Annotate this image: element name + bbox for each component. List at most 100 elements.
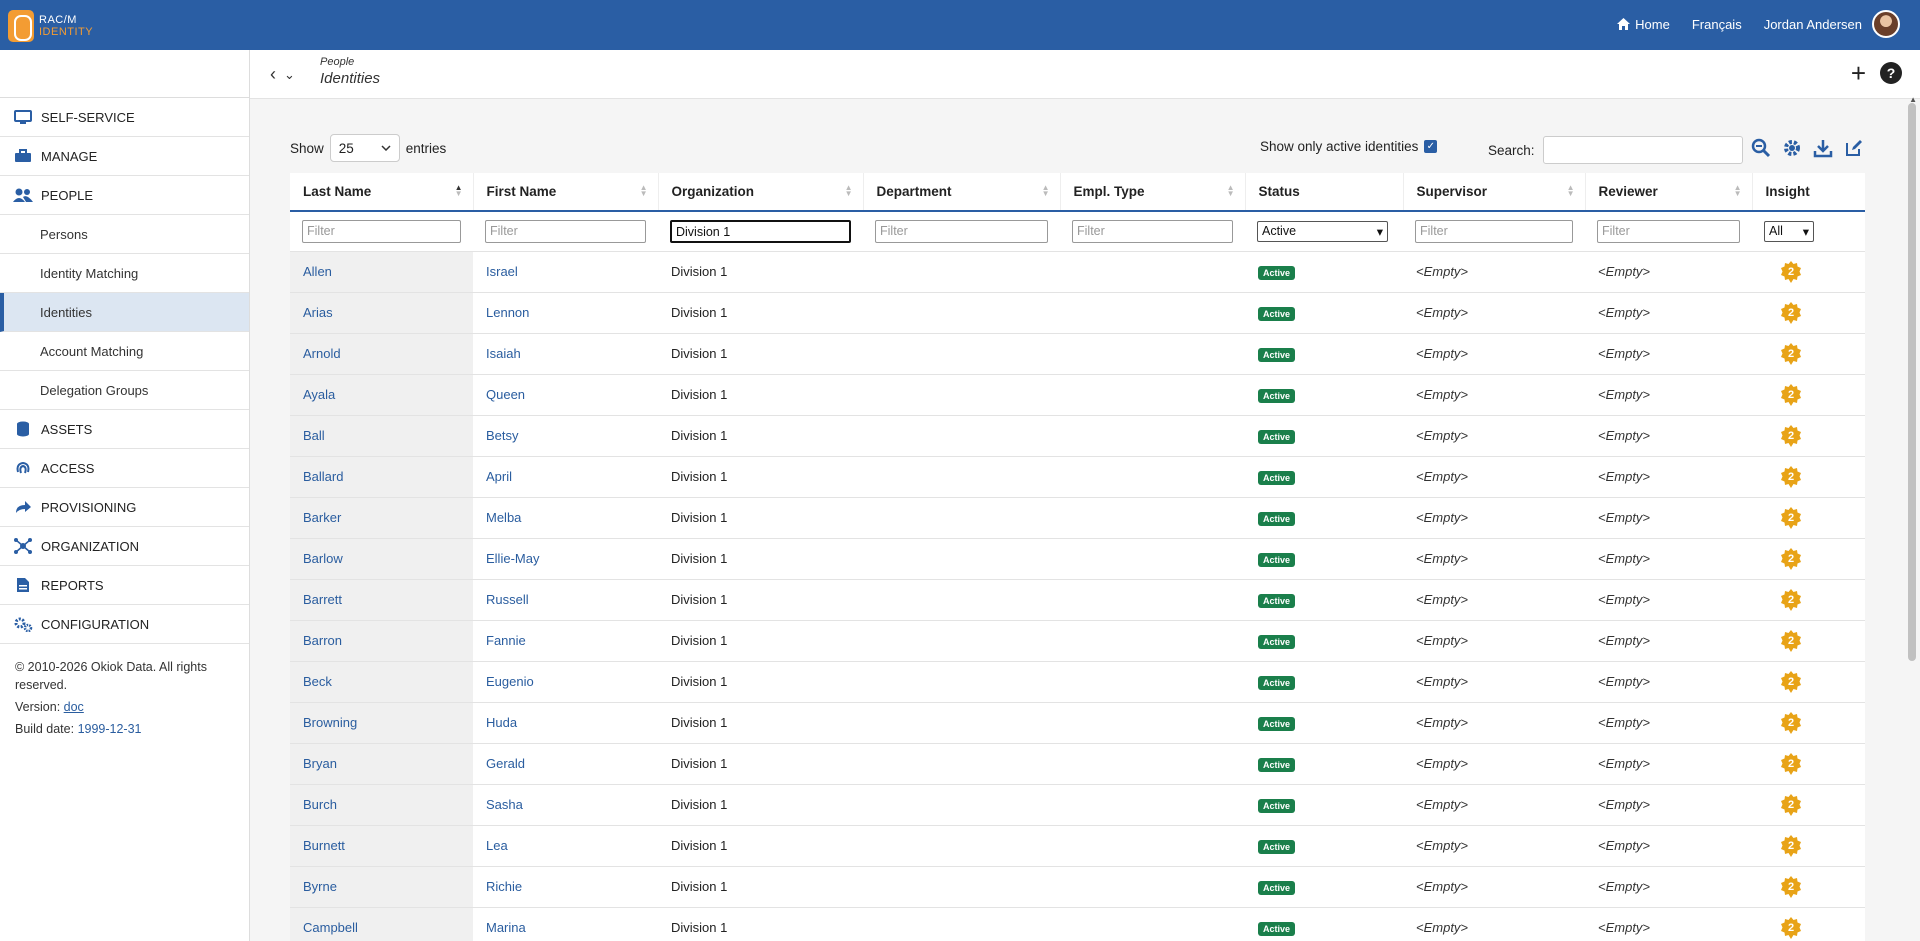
sidebar-item-manage[interactable]: MANAGE xyxy=(0,137,249,176)
column-header-supervisor[interactable]: Supervisor ▲ ▼ xyxy=(1403,173,1586,212)
department-filter-input[interactable]: Filter xyxy=(875,219,1048,243)
last-name-link[interactable]: Barrett xyxy=(303,592,342,607)
first-name-link[interactable]: Huda xyxy=(486,715,517,730)
last-name-link[interactable]: Burch xyxy=(303,797,337,812)
clear-search-icon[interactable] xyxy=(1750,137,1772,159)
first-name-link[interactable]: Queen xyxy=(486,387,525,402)
table-row[interactable]: Ayala Queen Division 1 Active <Empty> <Empty>… xyxy=(290,374,1865,416)
table-row[interactable]: Browning Huda Division 1 Active <Empty> <Empt… xyxy=(290,702,1865,744)
last-name-link[interactable]: Beck xyxy=(303,674,332,689)
insight-badge-icon[interactable]: 2 xyxy=(1780,916,1802,939)
last-name-link[interactable]: Campbell xyxy=(303,920,358,935)
page-scrollbar[interactable] xyxy=(1908,103,1916,661)
table-row[interactable]: Barker Melba Division 1 Active <Empty> <Empty… xyxy=(290,497,1865,539)
insight-badge-icon[interactable]: 2 xyxy=(1780,875,1802,898)
last-name-link[interactable]: Barron xyxy=(303,633,342,648)
first-name-link[interactable]: Eugenio xyxy=(486,674,534,689)
first-name-link[interactable]: Lennon xyxy=(486,305,529,320)
insight-badge-icon[interactable]: 2 xyxy=(1780,793,1802,816)
last-name-link[interactable]: Ball xyxy=(303,428,325,443)
language-link[interactable]: Français xyxy=(1692,17,1742,32)
insight-badge-icon[interactable]: 2 xyxy=(1780,260,1802,283)
sidebar-item-organization[interactable]: ORGANIZATION xyxy=(0,527,249,566)
sidebar-subitem-delegation-groups[interactable]: Delegation Groups xyxy=(0,371,249,410)
gear-icon[interactable] xyxy=(1781,137,1803,159)
last-name-link[interactable]: Ayala xyxy=(303,387,335,402)
first-name-link[interactable]: Russell xyxy=(486,592,529,607)
insight-badge-icon[interactable]: 2 xyxy=(1780,834,1802,857)
last-name-link[interactable]: Arias xyxy=(303,305,333,320)
active-only-checkbox[interactable]: ✓ xyxy=(1424,140,1438,153)
last-name-link[interactable]: Bryan xyxy=(303,756,337,771)
column-header-status[interactable]: Status xyxy=(1245,173,1404,212)
table-row[interactable]: Arnold Isaiah Division 1 Active <Empty> <Empt… xyxy=(290,333,1865,375)
last-name-link[interactable]: Barker xyxy=(303,510,341,525)
first-name-link[interactable]: Israel xyxy=(486,264,518,279)
table-row[interactable]: Burnett Lea Division 1 Active <Empty> <Empty>… xyxy=(290,825,1865,867)
sidebar-item-self-service[interactable]: SELF-SERVICE xyxy=(0,98,249,137)
first-name-link[interactable]: Sasha xyxy=(486,797,523,812)
status-filter-select[interactable]: Active ▾ xyxy=(1257,220,1388,242)
reviewer-filter-input[interactable]: Filter xyxy=(1597,219,1740,243)
user-name[interactable]: Jordan Andersen xyxy=(1764,17,1862,32)
sidebar-item-configuration[interactable]: CONFIGURATION xyxy=(0,605,249,644)
last-name-link[interactable]: Arnold xyxy=(303,346,341,361)
app-logo[interactable]: RAC/M IDENTITY xyxy=(8,10,93,42)
last-name-link[interactable]: Burnett xyxy=(303,838,345,853)
search-input[interactable] xyxy=(1542,136,1743,164)
first-name-link[interactable]: Marina xyxy=(486,920,526,935)
table-row[interactable]: Campbell Marina Division 1 Active <Empty> <Em… xyxy=(290,907,1865,941)
insight-badge-icon[interactable]: 2 xyxy=(1780,301,1802,324)
insight-badge-icon[interactable]: 2 xyxy=(1780,342,1802,365)
sidebar-item-provisioning[interactable]: PROVISIONING xyxy=(0,488,249,527)
entries-select[interactable]: 25 xyxy=(329,134,400,162)
sidebar-subitem-identities[interactable]: Identities xyxy=(0,293,249,332)
sidebar-subitem-identity-matching[interactable]: Identity Matching xyxy=(0,254,249,293)
last-name-link[interactable]: Ballard xyxy=(303,469,343,484)
insight-badge-icon[interactable]: 2 xyxy=(1780,711,1802,734)
avatar[interactable] xyxy=(1872,10,1900,38)
first-name-link[interactable]: Richie xyxy=(486,879,522,894)
build-date-link[interactable]: 1999-12-31 xyxy=(78,722,142,736)
table-row[interactable]: Ballard April Division 1 Active <Empty> <Empt… xyxy=(290,456,1865,498)
column-header-department[interactable]: Department ▲ ▼ xyxy=(863,173,1061,212)
first-name-link[interactable]: Lea xyxy=(486,838,508,853)
table-row[interactable]: Burch Sasha Division 1 Active <Empty> <Empty>… xyxy=(290,784,1865,826)
insight-badge-icon[interactable]: 2 xyxy=(1780,465,1802,488)
last-name-link[interactable]: Browning xyxy=(303,715,357,730)
table-row[interactable]: Byrne Richie Division 1 Active <Empty> <Empty… xyxy=(290,866,1865,908)
table-row[interactable]: Barlow Ellie-May Division 1 Active <Empty> <E… xyxy=(290,538,1865,580)
sidebar-subitem-persons[interactable]: Persons xyxy=(0,215,249,254)
insight-badge-icon[interactable]: 2 xyxy=(1780,588,1802,611)
insight-badge-icon[interactable]: 2 xyxy=(1780,752,1802,775)
first-name-filter-input[interactable]: Filter xyxy=(485,219,646,243)
table-row[interactable]: Barron Fannie Division 1 Active <Empty> <Empt… xyxy=(290,620,1865,662)
chevron-down-icon[interactable]: ⌄ xyxy=(284,67,295,85)
insight-badge-icon[interactable]: 2 xyxy=(1780,629,1802,652)
insight-badge-icon[interactable]: 2 xyxy=(1780,383,1802,406)
last-name-link[interactable]: Byrne xyxy=(303,879,337,894)
first-name-link[interactable]: Ellie-May xyxy=(486,551,539,566)
edit-icon[interactable] xyxy=(1843,137,1865,159)
table-row[interactable]: Ball Betsy Division 1 Active <Empty> <Empty> 2 xyxy=(290,415,1865,457)
table-row[interactable]: Barrett Russell Division 1 Active <Empty> <Em… xyxy=(290,579,1865,621)
sidebar-item-people[interactable]: PEOPLE xyxy=(0,176,249,215)
table-row[interactable]: Arias Lennon Division 1 Active <Empty> <Empty… xyxy=(290,292,1865,334)
last-name-filter-input[interactable]: Filter xyxy=(302,219,461,243)
home-link[interactable]: Home xyxy=(1617,17,1670,32)
column-header-insight[interactable]: Insight xyxy=(1752,173,1865,212)
first-name-link[interactable]: Isaiah xyxy=(486,346,521,361)
table-row[interactable]: Beck Eugenio Division 1 Active <Empty> <Empty… xyxy=(290,661,1865,703)
first-name-link[interactable]: April xyxy=(486,469,512,484)
first-name-link[interactable]: Melba xyxy=(486,510,521,525)
first-name-link[interactable]: Gerald xyxy=(486,756,525,771)
insight-badge-icon[interactable]: 2 xyxy=(1780,506,1802,529)
column-header-reviewer[interactable]: Reviewer ▲ ▼ xyxy=(1585,173,1753,212)
insight-badge-icon[interactable]: 2 xyxy=(1780,547,1802,570)
column-header-last-name[interactable]: Last Name ▲ ▼ xyxy=(290,173,474,212)
version-link[interactable]: doc xyxy=(64,700,84,714)
table-row[interactable]: Bryan Gerald Division 1 Active <Empty> <Empty… xyxy=(290,743,1865,785)
insight-badge-icon[interactable]: 2 xyxy=(1780,670,1802,693)
column-header-empl-type[interactable]: Empl. Type ▲ ▼ xyxy=(1060,173,1246,212)
sidebar-item-access[interactable]: ACCESS xyxy=(0,449,249,488)
